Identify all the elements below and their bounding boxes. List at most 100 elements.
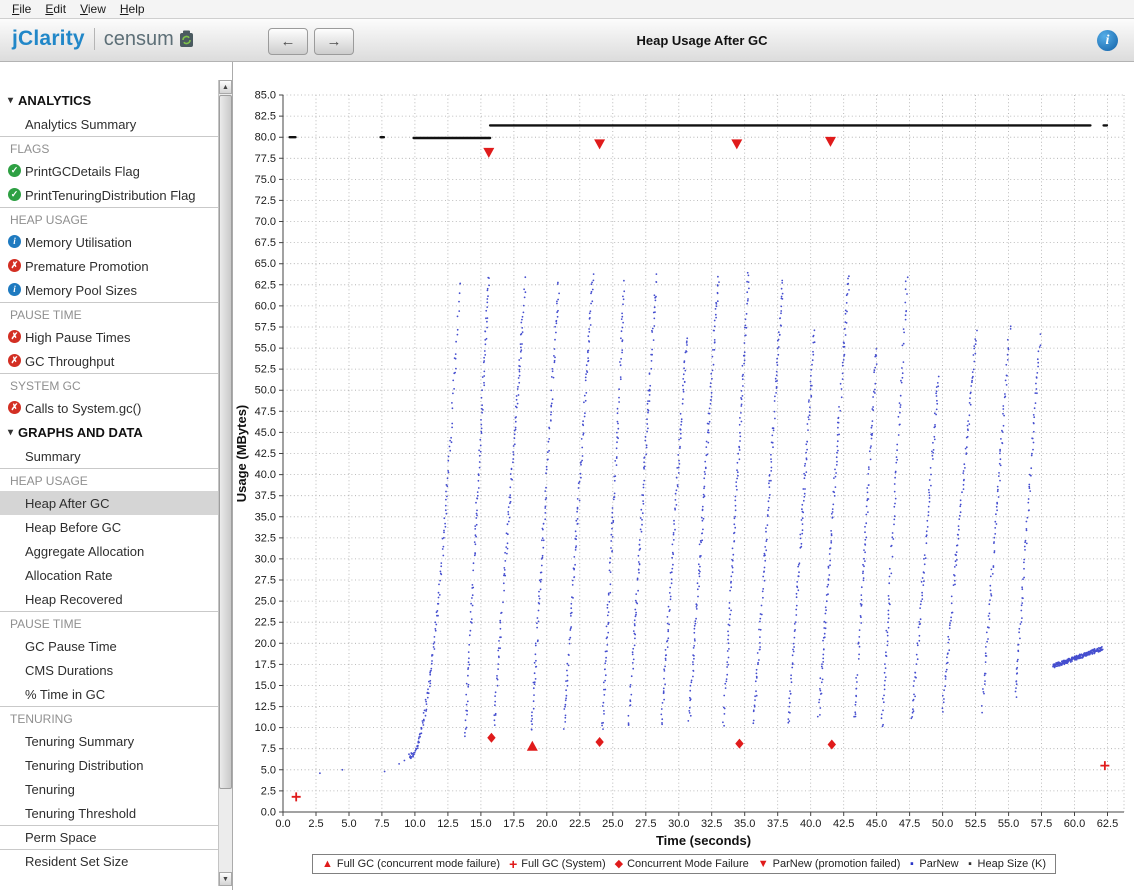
sidebar-section-system-gc: SYSTEM GC: [0, 373, 218, 396]
status-error-icon: ✗: [8, 259, 21, 272]
sidebar-item-heap-recovered[interactable]: Heap Recovered: [0, 587, 218, 611]
sidebar-item-label: High Pause Times: [25, 329, 131, 345]
sidebar-item-label: Perm Space: [25, 830, 97, 845]
svg-text:67.5: 67.5: [255, 237, 276, 249]
legend-item-concurrent-mode-failure: ◆ Concurrent Mode Failure: [615, 858, 749, 870]
sidebar-item-label: Premature Promotion: [25, 258, 149, 274]
sidebar-item-label: Aggregate Allocation: [25, 543, 145, 559]
svg-text:10.0: 10.0: [404, 818, 425, 830]
dot-icon: ·: [909, 853, 916, 874]
sidebar-item-summary[interactable]: Summary: [0, 444, 218, 468]
svg-text:57.5: 57.5: [1031, 818, 1052, 830]
sidebar-item-heap-after-gc[interactable]: Heap After GC: [0, 491, 218, 515]
svg-text:20.0: 20.0: [536, 818, 557, 830]
info-button[interactable]: i: [1097, 30, 1118, 51]
legend-label: ParNew (promotion failed): [772, 858, 901, 870]
sidebar-item-gc-pause-time[interactable]: GC Pause Time: [0, 634, 218, 658]
sidebar-item-memory-utilisation[interactable]: i Memory Utilisation: [0, 230, 218, 254]
legend-label: Heap Size (K): [977, 858, 1047, 870]
triangle-down-marker-icon: [483, 147, 495, 158]
svg-text:45.0: 45.0: [866, 818, 887, 830]
sidebar-item-perm-space[interactable]: Perm Space: [0, 825, 218, 849]
sidebar-item-calls-to-system-gc[interactable]: ✗ Calls to System.gc(): [0, 396, 218, 420]
sidebar-item-printgcdetails-flag[interactable]: ✓ PrintGCDetails Flag: [0, 159, 218, 183]
sidebar-list: ▾ ANALYTICS Analytics Summary FLAGS ✓ PrintGC…: [0, 62, 218, 890]
sidebar-item-label: Heap After GC: [25, 495, 110, 511]
svg-text:62.5: 62.5: [1097, 818, 1118, 830]
svg-text:27.5: 27.5: [255, 575, 276, 587]
sidebar-item-printtenuringdistribution-flag[interactable]: ✓ PrintTenuringDistribution Flag: [0, 183, 218, 207]
svg-text:5.0: 5.0: [341, 818, 356, 830]
legend-label: Concurrent Mode Failure: [627, 858, 749, 870]
legend-item-heap-size-k: · Heap Size (K): [968, 855, 1047, 873]
legend-label: Full GC (System): [521, 858, 606, 870]
sidebar-item-tenuring-threshold[interactable]: Tenuring Threshold: [0, 801, 218, 825]
sidebar-item-allocation-rate[interactable]: Allocation Rate: [0, 563, 218, 587]
svg-text:37.5: 37.5: [767, 818, 788, 830]
svg-text:47.5: 47.5: [899, 818, 920, 830]
sidebar-item-cms-durations[interactable]: CMS Durations: [0, 658, 218, 682]
svg-text:52.5: 52.5: [965, 818, 986, 830]
sidebar-item-label: Summary: [25, 448, 81, 464]
sidebar-item-tenuring-summary[interactable]: Tenuring Summary: [0, 729, 218, 753]
sidebar-item-premature-promotion[interactable]: ✗ Premature Promotion: [0, 254, 218, 278]
sidebar-scrollbar[interactable]: ▲ ▼: [218, 80, 232, 886]
svg-text:75.0: 75.0: [255, 174, 276, 186]
sidebar-group-analytics[interactable]: ▾ ANALYTICS: [0, 88, 218, 112]
svg-text:25.0: 25.0: [255, 596, 276, 608]
chart-panel: 0.0 2.5 5.0 7.5 10.0 12.5 15.0 17.5 20.0 22.5 25.0…: [234, 62, 1134, 890]
info-icon: i: [1105, 32, 1110, 48]
svg-text:12.5: 12.5: [255, 701, 276, 713]
svg-text:2.5: 2.5: [308, 818, 323, 830]
sidebar-item-time-in-gc[interactable]: % Time in GC: [0, 682, 218, 706]
svg-text:50.0: 50.0: [932, 818, 953, 830]
menu-bar: File Edit View Help: [0, 0, 1134, 19]
legend-item-parnew: · ParNew: [909, 853, 959, 874]
sidebar-item-label: Tenuring: [25, 781, 75, 797]
diamond-marker-icon: [827, 739, 836, 750]
sidebar-section-flags: FLAGS: [0, 136, 218, 159]
scroll-up-button[interactable]: ▲: [219, 80, 232, 94]
legend-item-parnew-promotion-failed: ▼ ParNew (promotion failed): [758, 858, 901, 870]
menu-item-view[interactable]: View: [73, 0, 113, 18]
series-full-gc-concurrent-mode-failure: [526, 740, 538, 751]
sidebar-item-aggregate-allocation[interactable]: Aggregate Allocation: [0, 539, 218, 563]
sidebar-item-tenuring[interactable]: Tenuring: [0, 777, 218, 801]
menu-item-file[interactable]: File: [5, 0, 38, 18]
sidebar-group-label: ANALYTICS: [18, 92, 92, 108]
triangle-down-marker-icon: [594, 139, 606, 150]
sidebar-item-resident-set-size[interactable]: Resident Set Size: [0, 849, 218, 873]
svg-text:62.5: 62.5: [255, 279, 276, 291]
svg-text:80.0: 80.0: [255, 132, 276, 144]
back-arrow-icon: ←: [280, 33, 296, 50]
scroll-down-button[interactable]: ▼: [219, 872, 232, 886]
sidebar-item-gc-throughput[interactable]: ✗ GC Throughput: [0, 349, 218, 373]
plus-marker-icon: [291, 792, 301, 802]
sidebar-group-graphs-and-data[interactable]: ▾ GRAPHS AND DATA: [0, 420, 218, 444]
back-button[interactable]: ←: [268, 28, 308, 55]
svg-text:85.0: 85.0: [255, 90, 276, 102]
series-heap-size-k: [288, 124, 1109, 140]
svg-text:32.5: 32.5: [701, 818, 722, 830]
status-ok-icon: ✓: [8, 164, 21, 177]
svg-text:77.5: 77.5: [255, 153, 276, 165]
menu-item-help[interactable]: Help: [113, 0, 152, 18]
status-info-icon: i: [8, 283, 21, 296]
legend-label: ParNew: [919, 858, 959, 870]
sidebar-item-heap-before-gc[interactable]: Heap Before GC: [0, 515, 218, 539]
svg-text:52.5: 52.5: [255, 364, 276, 376]
legend-item-full-gc-system: + Full GC (System): [509, 857, 606, 871]
triangle-down-marker-icon: [824, 136, 836, 147]
menu-item-edit[interactable]: Edit: [38, 0, 73, 18]
sidebar-item-analytics-summary[interactable]: Analytics Summary: [0, 112, 218, 136]
svg-text:22.5: 22.5: [255, 617, 276, 629]
sidebar-item-label: GC Pause Time: [25, 638, 117, 654]
sidebar-group-label: GRAPHS AND DATA: [18, 424, 143, 440]
sidebar-item-tenuring-distribution[interactable]: Tenuring Distribution: [0, 753, 218, 777]
sidebar-item-high-pause-times[interactable]: ✗ High Pause Times: [0, 325, 218, 349]
brand: jClarity censum: [12, 27, 194, 51]
scrollbar-thumb[interactable]: [219, 95, 232, 789]
svg-text:40.0: 40.0: [255, 469, 276, 481]
sidebar-item-memory-pool-sizes[interactable]: i Memory Pool Sizes: [0, 278, 218, 302]
scroll-down-icon: ▼: [222, 875, 229, 883]
